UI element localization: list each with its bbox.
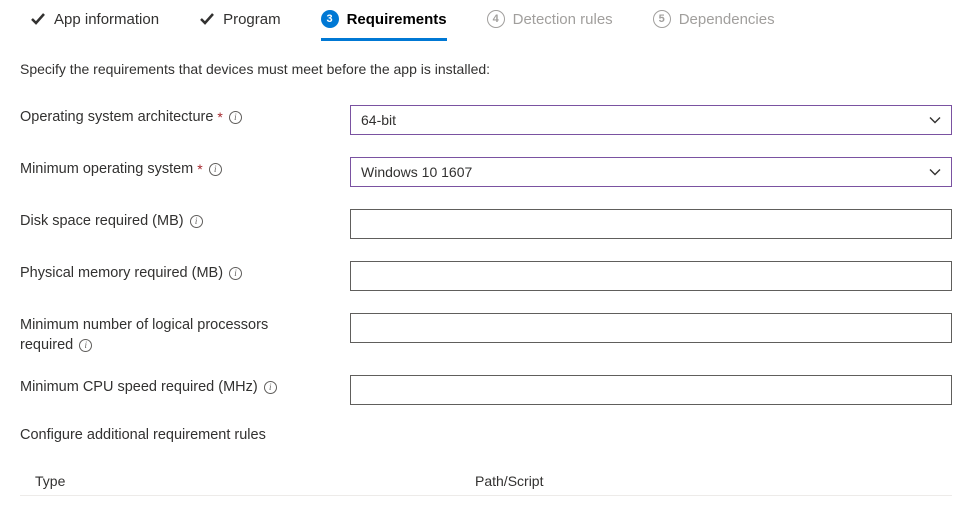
disk-space-input[interactable]: [350, 209, 952, 239]
logical-processors-input[interactable]: [350, 313, 952, 343]
field-label: Disk space required (MB) i: [20, 209, 340, 229]
label-text-line1: Minimum number of logical processors: [20, 317, 268, 333]
chevron-down-icon: [929, 166, 941, 178]
tab-program[interactable]: Program: [199, 11, 281, 41]
requirements-form: Specify the requirements that devices mu…: [0, 41, 972, 496]
checkmark-icon: [30, 11, 46, 27]
required-indicator: *: [197, 161, 202, 177]
row-logical-processors: Minimum number of logical processors req…: [20, 313, 952, 353]
step-number-icon: 3: [321, 10, 339, 28]
label-text: Disk space required (MB): [20, 213, 184, 229]
row-physical-memory: Physical memory required (MB) i: [20, 261, 952, 291]
field-label: Minimum number of logical processors req…: [20, 313, 340, 353]
label-text-line2: required: [20, 337, 73, 353]
physical-memory-input[interactable]: [350, 261, 952, 291]
tab-detection-rules[interactable]: 4 Detection rules: [487, 10, 613, 41]
field-label: Minimum operating system * i: [20, 157, 340, 177]
label-text: Minimum operating system: [20, 161, 193, 177]
tab-dependencies[interactable]: 5 Dependencies: [653, 10, 775, 41]
info-icon[interactable]: i: [209, 163, 222, 176]
field-label: Operating system architecture * i: [20, 105, 340, 125]
cpu-speed-input[interactable]: [350, 375, 952, 405]
tab-label: Requirements: [347, 11, 447, 28]
wizard-tabs: App information Program 3 Requirements 4…: [0, 0, 972, 41]
label-text: Operating system architecture: [20, 109, 213, 125]
os-architecture-select[interactable]: 64-bit: [350, 105, 952, 135]
row-os-architecture: Operating system architecture * i 64-bit: [20, 105, 952, 135]
column-header-type: Type: [35, 473, 475, 489]
tab-app-information[interactable]: App information: [30, 11, 159, 41]
checkmark-icon: [199, 11, 215, 27]
label-text: Minimum CPU speed required (MHz): [20, 379, 258, 395]
label-text: Physical memory required (MB): [20, 265, 223, 281]
tab-label: App information: [54, 11, 159, 28]
additional-rules-title: Configure additional requirement rules: [20, 427, 952, 443]
info-icon[interactable]: i: [229, 111, 242, 124]
select-value: Windows 10 1607: [361, 164, 472, 180]
intro-text: Specify the requirements that devices mu…: [20, 61, 952, 77]
info-icon[interactable]: i: [229, 267, 242, 280]
step-number-icon: 5: [653, 10, 671, 28]
tab-requirements[interactable]: 3 Requirements: [321, 10, 447, 41]
select-value: 64-bit: [361, 112, 396, 128]
info-icon[interactable]: i: [190, 215, 203, 228]
row-cpu-speed: Minimum CPU speed required (MHz) i: [20, 375, 952, 405]
required-indicator: *: [217, 109, 222, 125]
info-icon[interactable]: i: [264, 381, 277, 394]
row-disk-space: Disk space required (MB) i: [20, 209, 952, 239]
tab-label: Detection rules: [513, 11, 613, 28]
step-number-icon: 4: [487, 10, 505, 28]
field-label: Physical memory required (MB) i: [20, 261, 340, 281]
info-icon[interactable]: i: [79, 339, 92, 352]
chevron-down-icon: [929, 114, 941, 126]
tab-label: Dependencies: [679, 11, 775, 28]
min-os-select[interactable]: Windows 10 1607: [350, 157, 952, 187]
field-label: Minimum CPU speed required (MHz) i: [20, 375, 340, 395]
row-min-os: Minimum operating system * i Windows 10 …: [20, 157, 952, 187]
rules-table-header: Type Path/Script: [20, 473, 952, 496]
column-header-path: Path/Script: [475, 473, 543, 489]
tab-label: Program: [223, 11, 281, 28]
